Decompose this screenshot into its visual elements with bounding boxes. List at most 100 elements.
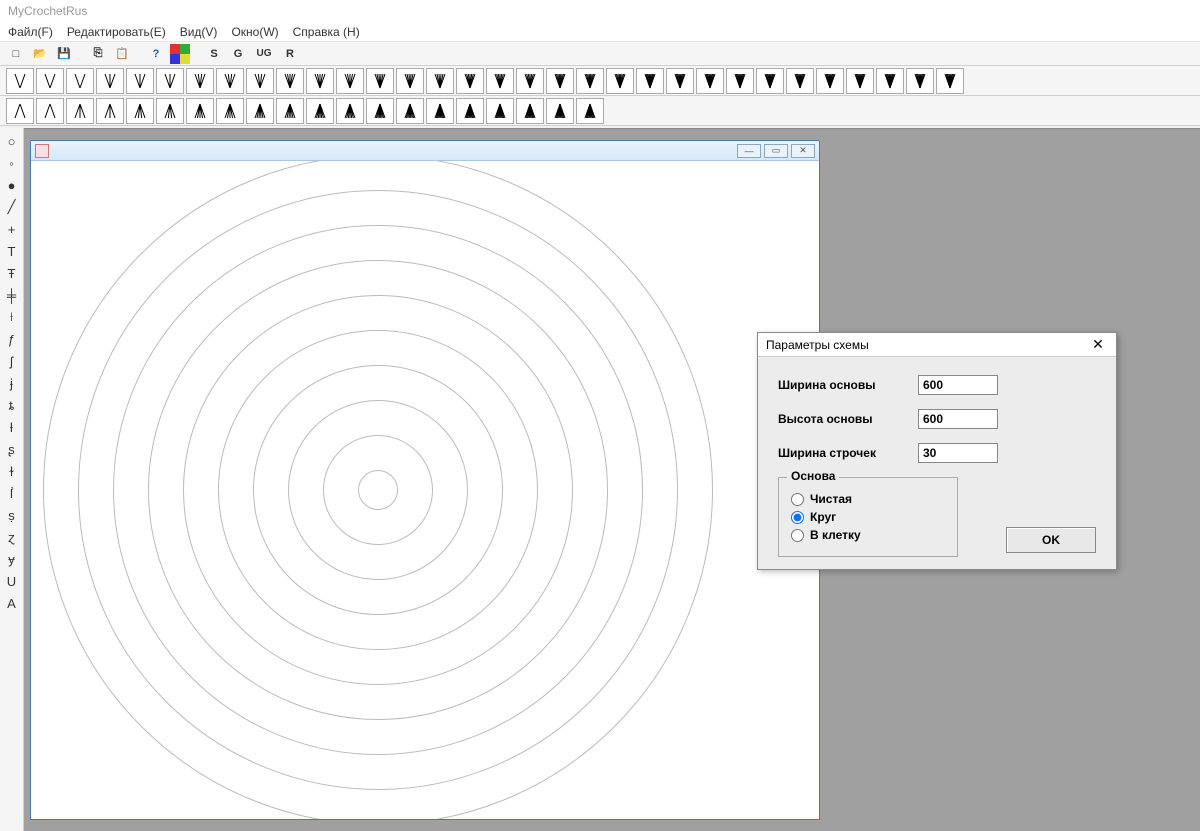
dialog-close-icon[interactable]: ✕ [1088, 336, 1108, 353]
left-tool[interactable]: ɉ [3, 374, 21, 392]
stitch-symbol[interactable] [456, 68, 484, 94]
stitch-symbol[interactable] [456, 98, 484, 124]
stitch-symbol[interactable] [936, 68, 964, 94]
left-tool[interactable]: ʃ [3, 352, 21, 370]
left-tool[interactable]: ʂ [3, 440, 21, 458]
left-tool[interactable]: ⟊ [3, 308, 21, 326]
stitch-symbol[interactable] [546, 98, 574, 124]
stitch-symbol[interactable] [756, 68, 784, 94]
stitch-symbol[interactable] [366, 68, 394, 94]
width-input[interactable] [918, 375, 998, 395]
stitch-symbol[interactable] [6, 68, 34, 94]
canvas[interactable] [31, 161, 819, 819]
stitch-symbol[interactable] [396, 68, 424, 94]
tool-ug[interactable]: UG [252, 45, 276, 63]
menu-window[interactable]: Окно(W) [231, 25, 278, 39]
left-tool[interactable]: + [3, 220, 21, 238]
dialog-titlebar[interactable]: Параметры схемы ✕ [758, 333, 1116, 357]
stitch-symbol[interactable] [306, 68, 334, 94]
menu-help[interactable]: Справка (H) [293, 25, 360, 39]
stitch-symbol[interactable] [486, 98, 514, 124]
palette-icon[interactable] [170, 45, 190, 63]
stitch-symbol[interactable] [486, 68, 514, 94]
save-icon[interactable] [54, 45, 74, 63]
help-icon[interactable] [146, 45, 166, 63]
stitch-symbol[interactable] [156, 68, 184, 94]
menu-file[interactable]: Файл(F) [8, 25, 53, 39]
left-tool[interactable]: ╱ [3, 198, 21, 216]
stitch-symbol[interactable] [36, 68, 64, 94]
stitch-symbol[interactable] [876, 68, 904, 94]
left-tool[interactable]: T [3, 242, 21, 260]
stitch-symbol[interactable] [576, 98, 604, 124]
left-tool[interactable]: ɀ [3, 528, 21, 546]
left-tool[interactable]: ṣ [3, 506, 21, 524]
stitch-symbol[interactable] [816, 68, 844, 94]
paste-icon[interactable] [112, 45, 132, 63]
left-tool[interactable]: ● [3, 176, 21, 194]
stitch-symbol[interactable] [666, 68, 694, 94]
stitch-symbol[interactable] [306, 98, 334, 124]
tool-r[interactable]: R [280, 45, 300, 63]
menu-edit[interactable]: Редактировать(E) [67, 25, 166, 39]
stitch-symbol[interactable] [336, 98, 364, 124]
radio-clean[interactable] [791, 493, 804, 506]
stitch-symbol[interactable] [96, 98, 124, 124]
stitch-symbol[interactable] [216, 98, 244, 124]
left-tool[interactable]: ɫ [3, 462, 21, 480]
stitch-symbol[interactable] [96, 68, 124, 94]
stitch-symbol[interactable] [126, 98, 154, 124]
left-tool[interactable]: ƒ [3, 330, 21, 348]
left-tool[interactable]: ◦ [3, 154, 21, 172]
copy-icon[interactable] [88, 45, 108, 63]
stitch-symbol[interactable] [156, 98, 184, 124]
stitch-symbol[interactable] [186, 68, 214, 94]
stitch-symbol[interactable] [576, 68, 604, 94]
rows-input[interactable] [918, 443, 998, 463]
stitch-symbol[interactable] [516, 98, 544, 124]
stitch-symbol[interactable] [396, 98, 424, 124]
stitch-symbol[interactable] [66, 68, 94, 94]
left-tool[interactable]: ȶ [3, 396, 21, 414]
new-icon[interactable] [6, 45, 26, 63]
stitch-symbol[interactable] [786, 68, 814, 94]
stitch-symbol[interactable] [276, 68, 304, 94]
stitch-symbol[interactable] [636, 68, 664, 94]
stitch-symbol[interactable] [426, 68, 454, 94]
left-tool[interactable]: ẛ [3, 484, 21, 502]
left-tool[interactable]: ƚ [3, 418, 21, 436]
height-input[interactable] [918, 409, 998, 429]
radio-circle[interactable] [791, 511, 804, 524]
stitch-symbol[interactable] [216, 68, 244, 94]
stitch-symbol[interactable] [336, 68, 364, 94]
minimize-icon[interactable]: — [737, 144, 761, 158]
left-tool[interactable]: ɏ [3, 550, 21, 568]
stitch-symbol[interactable] [696, 68, 724, 94]
stitch-symbol[interactable] [186, 98, 214, 124]
stitch-symbol[interactable] [66, 98, 94, 124]
radio-grid[interactable] [791, 529, 804, 542]
close-icon[interactable]: ✕ [791, 144, 815, 158]
stitch-symbol[interactable] [246, 98, 274, 124]
document-titlebar[interactable]: — ▭ ✕ [31, 141, 819, 161]
left-tool[interactable]: A [3, 594, 21, 612]
stitch-symbol[interactable] [6, 98, 34, 124]
ok-button[interactable]: OK [1006, 527, 1096, 553]
stitch-symbol[interactable] [366, 98, 394, 124]
stitch-symbol[interactable] [606, 68, 634, 94]
tool-s[interactable]: S [204, 45, 224, 63]
left-tool[interactable]: ○ [3, 132, 21, 150]
stitch-symbol[interactable] [846, 68, 874, 94]
left-tool[interactable]: Ŧ [3, 264, 21, 282]
stitch-symbol[interactable] [426, 98, 454, 124]
open-icon[interactable] [30, 45, 50, 63]
stitch-symbol[interactable] [906, 68, 934, 94]
stitch-symbol[interactable] [276, 98, 304, 124]
left-tool[interactable]: ╪ [3, 286, 21, 304]
stitch-symbol[interactable] [516, 68, 544, 94]
left-tool[interactable]: U [3, 572, 21, 590]
stitch-symbol[interactable] [546, 68, 574, 94]
tool-g[interactable]: G [228, 45, 248, 63]
stitch-symbol[interactable] [726, 68, 754, 94]
maximize-icon[interactable]: ▭ [764, 144, 788, 158]
